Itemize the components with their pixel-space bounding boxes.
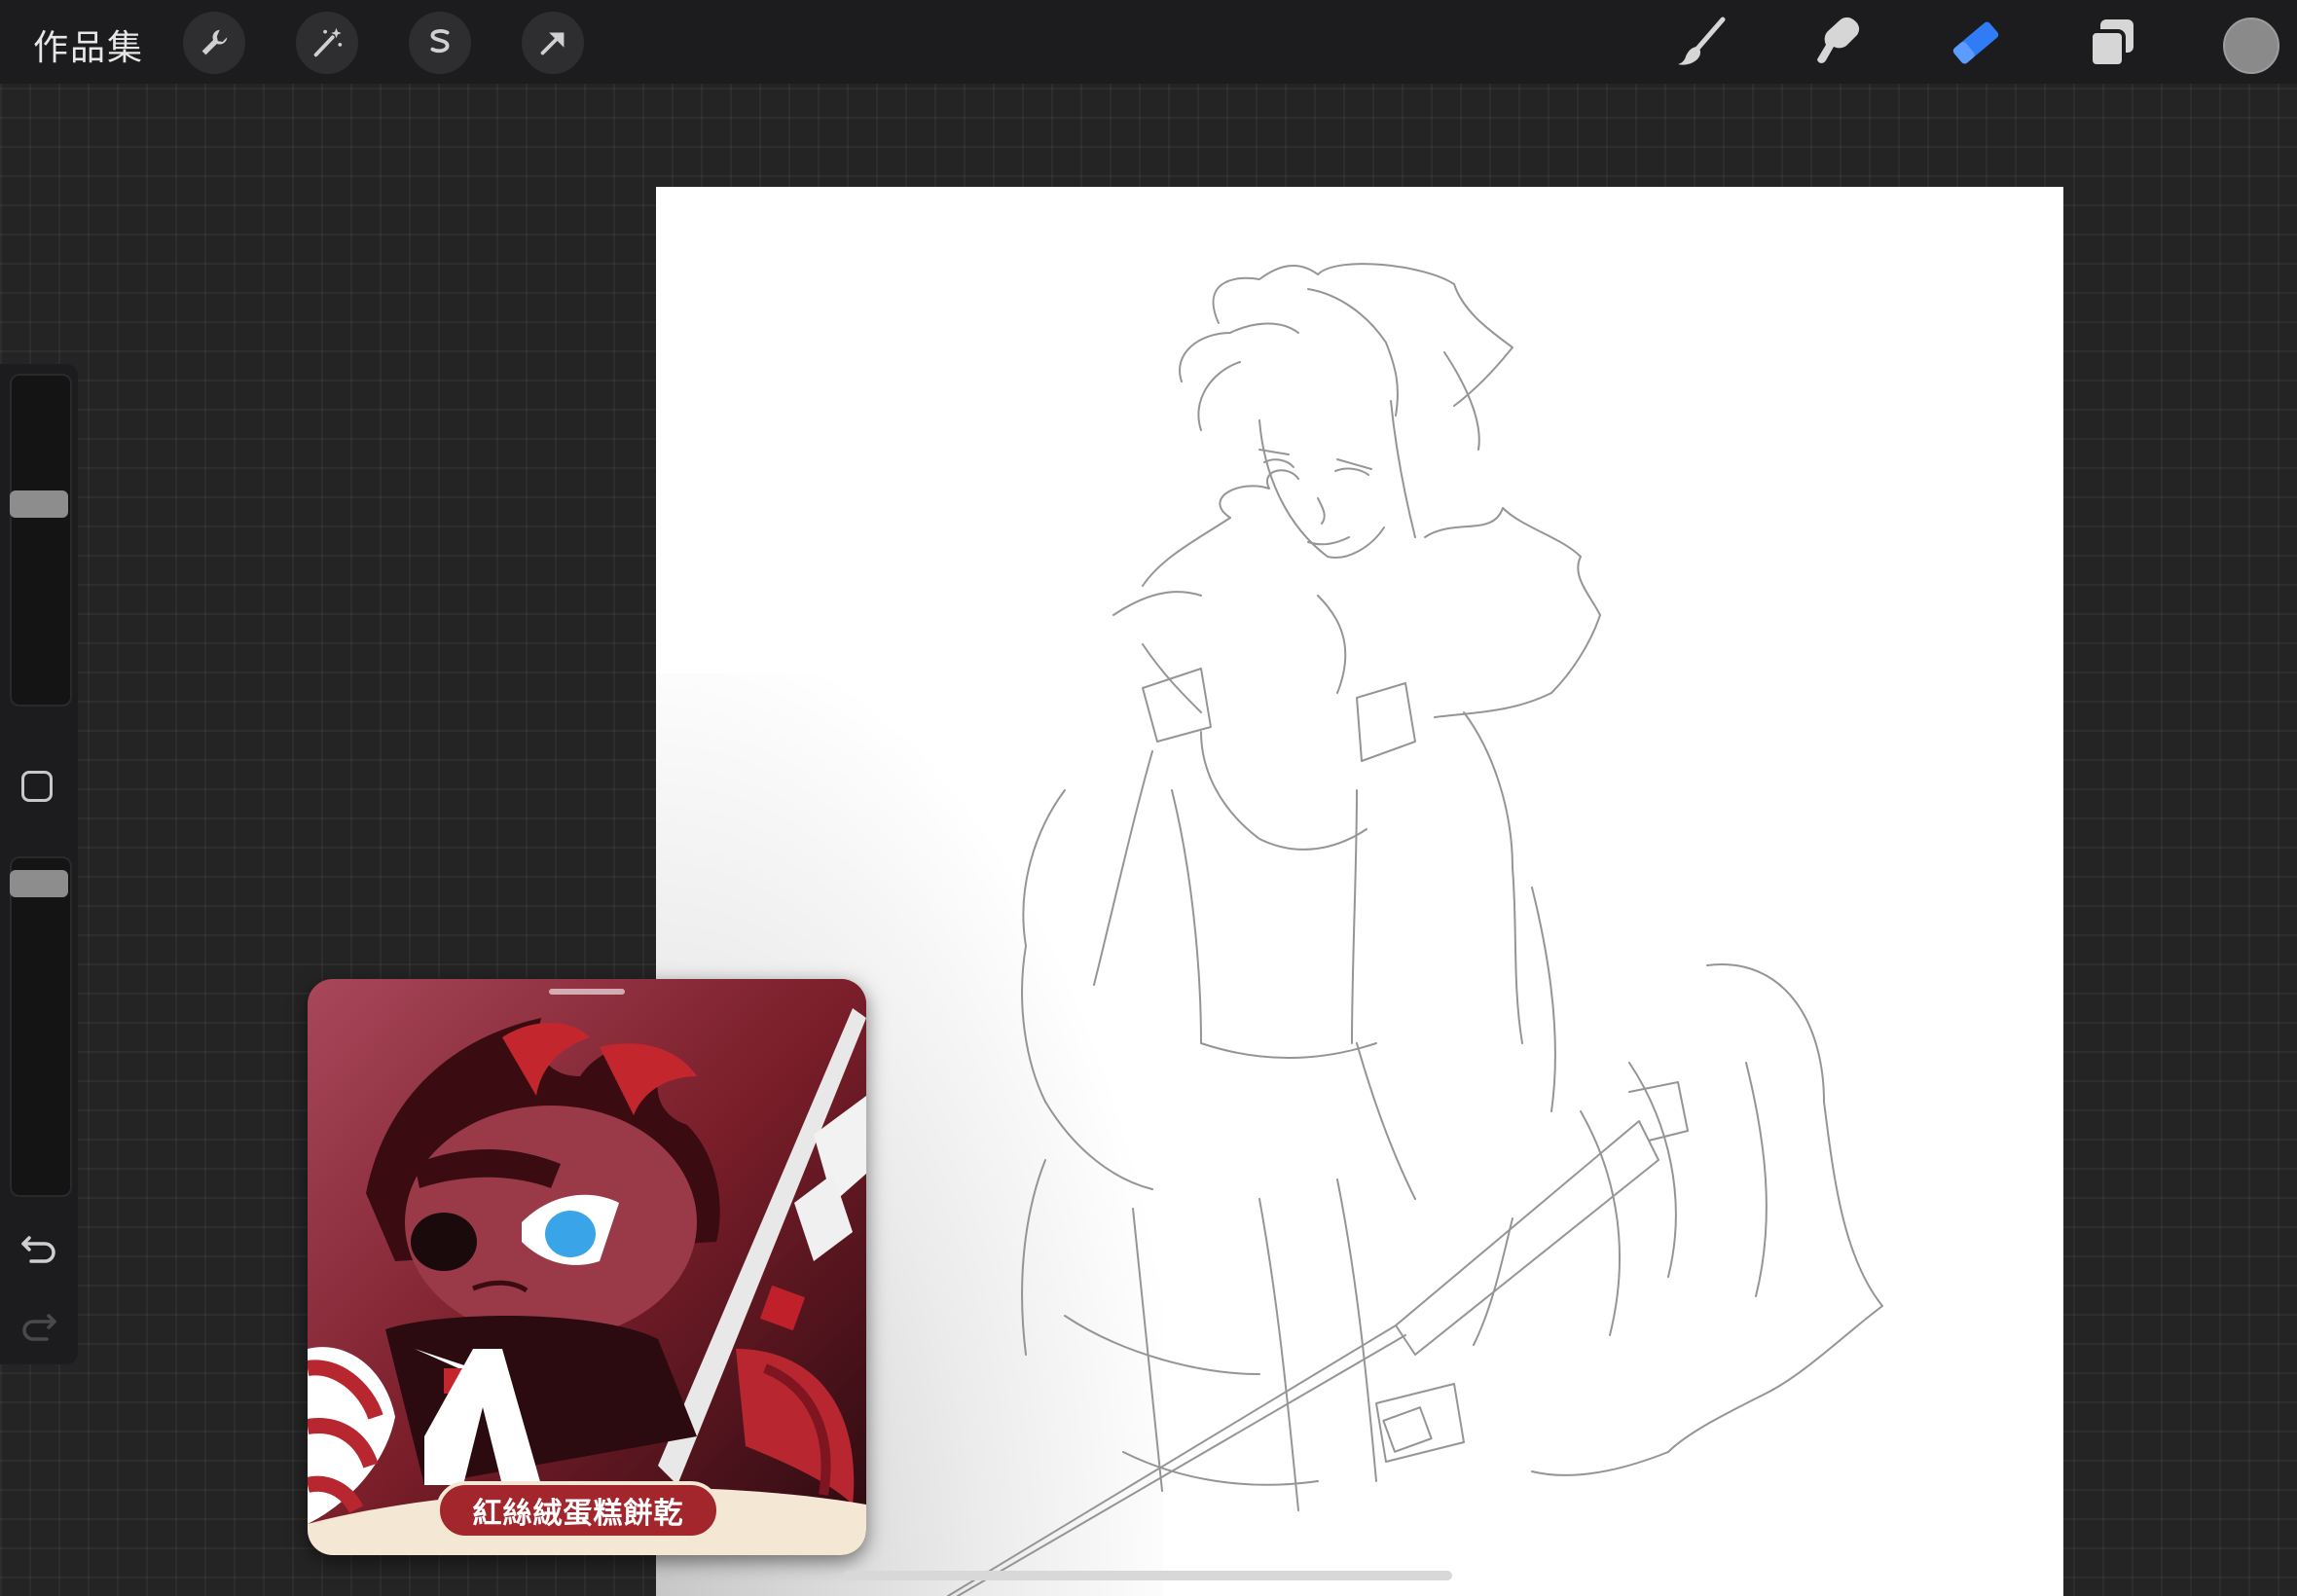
eraser-icon: [1952, 21, 1999, 64]
size-slider[interactable]: [10, 374, 72, 707]
modify-button[interactable]: [21, 771, 53, 802]
layers-button[interactable]: [2083, 14, 2141, 72]
brush-button[interactable]: [1674, 14, 1732, 72]
layers-icon: [2089, 19, 2133, 68]
smudge-button[interactable]: [1810, 14, 1869, 72]
opacity-slider[interactable]: [10, 856, 72, 1197]
selection-icon: [430, 29, 450, 54]
reference-image-window[interactable]: 紅絲絨蛋糕餅乾: [308, 979, 866, 1555]
drawing-canvas[interactable]: [656, 187, 2063, 1596]
brush-icon: [1678, 17, 1726, 65]
opacity-slider-thumb[interactable]: [10, 870, 68, 897]
adjustments-button[interactable]: [296, 12, 358, 74]
left-sidebar: [0, 364, 78, 1364]
magic-wand-icon: [313, 27, 343, 57]
transform-arrow-icon: [540, 32, 565, 55]
smudge-icon: [1817, 17, 1860, 63]
top-toolbar: 作品集: [0, 0, 2297, 84]
redo-icon[interactable]: [18, 1304, 60, 1347]
color-picker-swatch[interactable]: [2223, 18, 2279, 74]
home-indicator[interactable]: [843, 1571, 1452, 1580]
eraser-button[interactable]: [1947, 14, 2005, 72]
selection-button[interactable]: [409, 12, 471, 74]
wrench-icon: [201, 29, 228, 55]
character-sketch: [947, 263, 1883, 1596]
reference-illustration: [308, 979, 866, 1555]
pip-drag-handle[interactable]: [549, 989, 625, 995]
transform-button[interactable]: [522, 12, 584, 74]
reference-caption: 紅絲絨蛋糕餅乾: [436, 1481, 720, 1540]
actions-button[interactable]: [183, 12, 245, 74]
size-slider-thumb[interactable]: [10, 490, 68, 518]
undo-icon[interactable]: [18, 1226, 60, 1269]
gallery-button[interactable]: 作品集: [33, 19, 144, 70]
